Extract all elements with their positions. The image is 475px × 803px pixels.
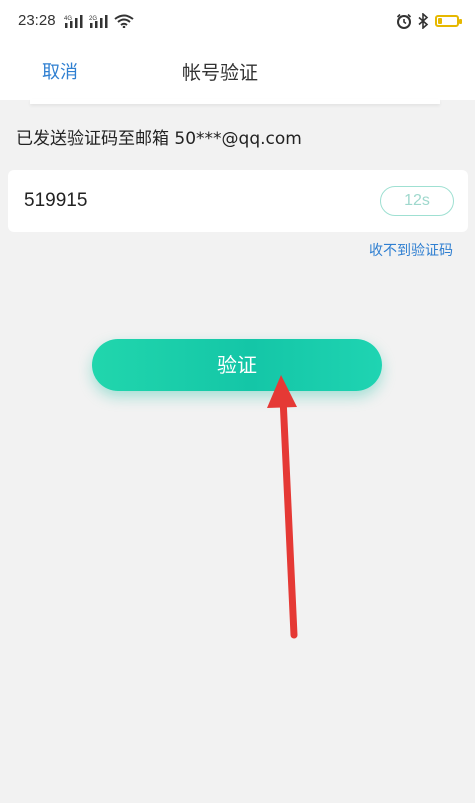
sent-info-text: 已发送验证码至邮箱 50***@qq.com <box>16 129 302 149</box>
page-title: 帐号验证 <box>182 62 259 84</box>
status-bar: 23:28 4G 2G <box>0 0 475 44</box>
status-time: 23:28 <box>18 12 56 29</box>
signal-4g-icon: 4G <box>64 15 83 28</box>
status-right-group <box>396 13 462 29</box>
verification-code-input[interactable] <box>24 186 324 216</box>
cancel-button[interactable]: 取消 <box>42 58 78 84</box>
wifi-icon <box>114 14 134 28</box>
signal-2g-icon: 2G <box>89 15 108 28</box>
alarm-icon <box>396 13 412 29</box>
bluetooth-icon <box>418 13 429 29</box>
resend-code-link[interactable]: 收不到验证码 <box>369 240 453 260</box>
code-card: 12s <box>8 170 468 232</box>
red-arrow-icon <box>267 375 298 639</box>
countdown-badge: 12s <box>380 186 454 216</box>
verify-button[interactable]: 验证 <box>92 339 382 391</box>
battery-level <box>438 18 442 24</box>
battery-icon <box>435 15 462 27</box>
nav-divider <box>30 99 440 104</box>
nav-bar: 取消 帐号验证 <box>0 44 475 100</box>
